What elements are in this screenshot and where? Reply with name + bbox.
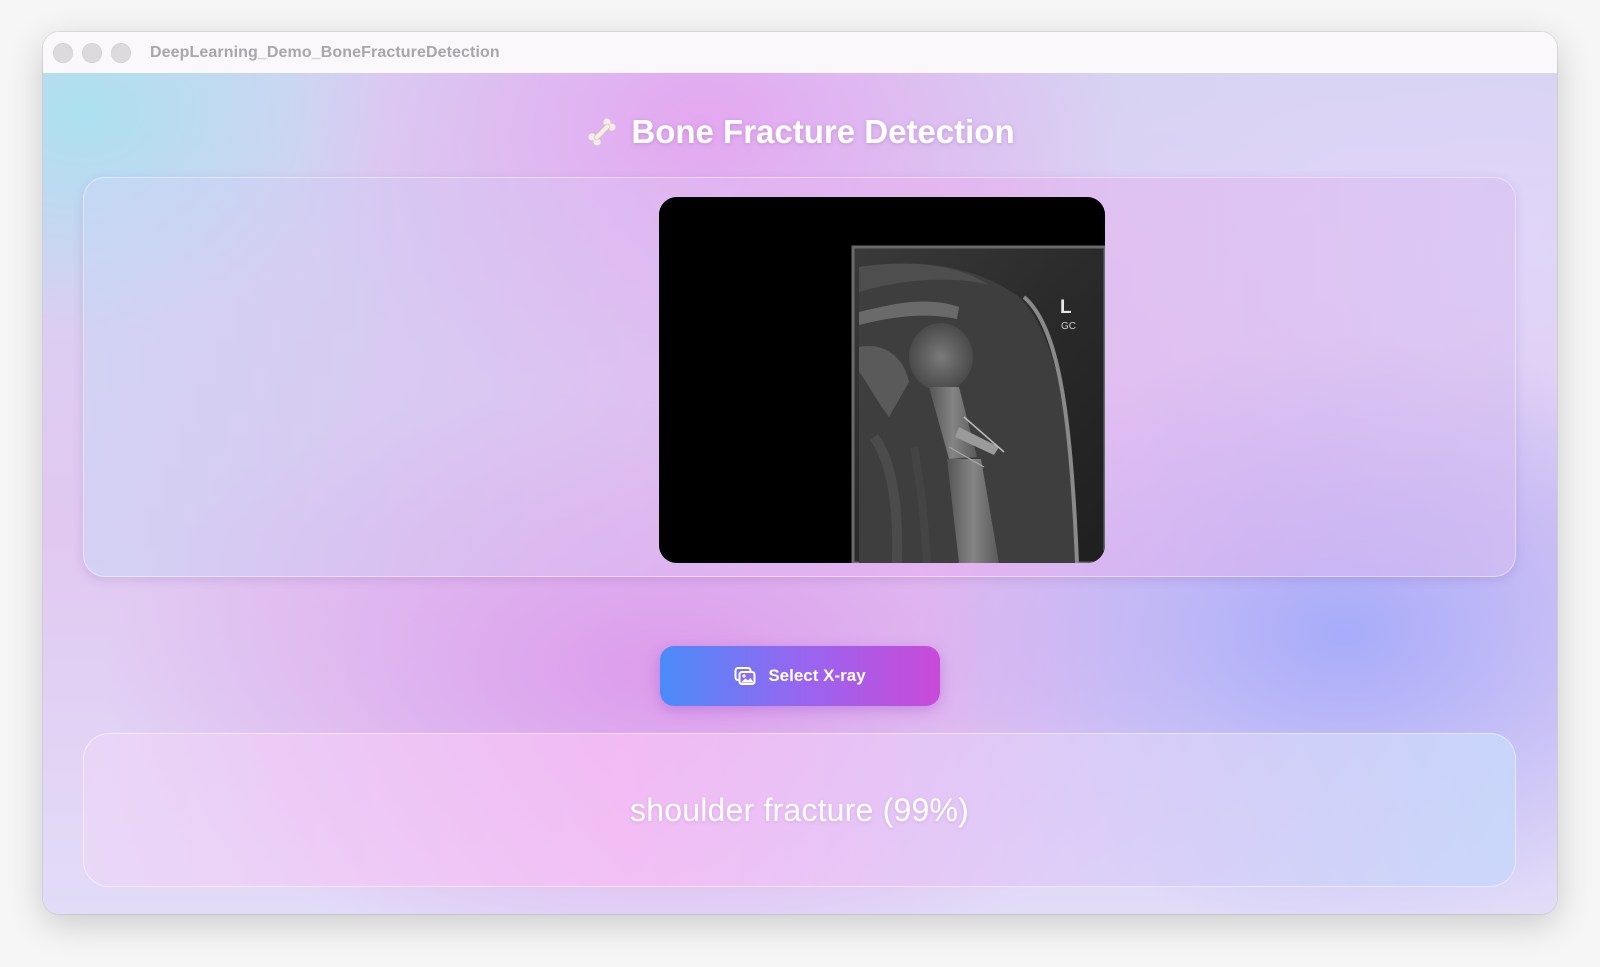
bone-icon bbox=[585, 115, 619, 149]
close-window-button[interactable] bbox=[53, 42, 73, 63]
window-controls bbox=[53, 42, 131, 63]
app-window: DeepLearning_Demo_BoneFractureDetection … bbox=[43, 32, 1557, 914]
result-panel: shoulder fracture (99%) bbox=[83, 733, 1516, 887]
image-preview-panel: L GC bbox=[83, 177, 1516, 577]
app-header: Bone Fracture Detection bbox=[43, 113, 1557, 151]
photo-stack-icon bbox=[734, 665, 756, 687]
select-xray-label: Select X-ray bbox=[768, 666, 866, 685]
xray-image: L GC bbox=[659, 197, 1105, 563]
xray-marker-letter: L bbox=[1060, 297, 1072, 318]
window-title: DeepLearning_Demo_BoneFractureDetection bbox=[150, 43, 500, 61]
xray-marker-initials: GC bbox=[1061, 321, 1076, 332]
title-bar: DeepLearning_Demo_BoneFractureDetection bbox=[43, 32, 1557, 74]
page-title: Bone Fracture Detection bbox=[631, 113, 1015, 150]
minimize-window-button[interactable] bbox=[82, 42, 102, 63]
zoom-window-button[interactable] bbox=[111, 42, 131, 63]
select-xray-button[interactable]: Select X-ray bbox=[660, 646, 940, 706]
prediction-result: shoulder fracture (99%) bbox=[630, 791, 969, 828]
main-content: Bone Fracture Detection L GC Select X-ra… bbox=[43, 73, 1557, 914]
